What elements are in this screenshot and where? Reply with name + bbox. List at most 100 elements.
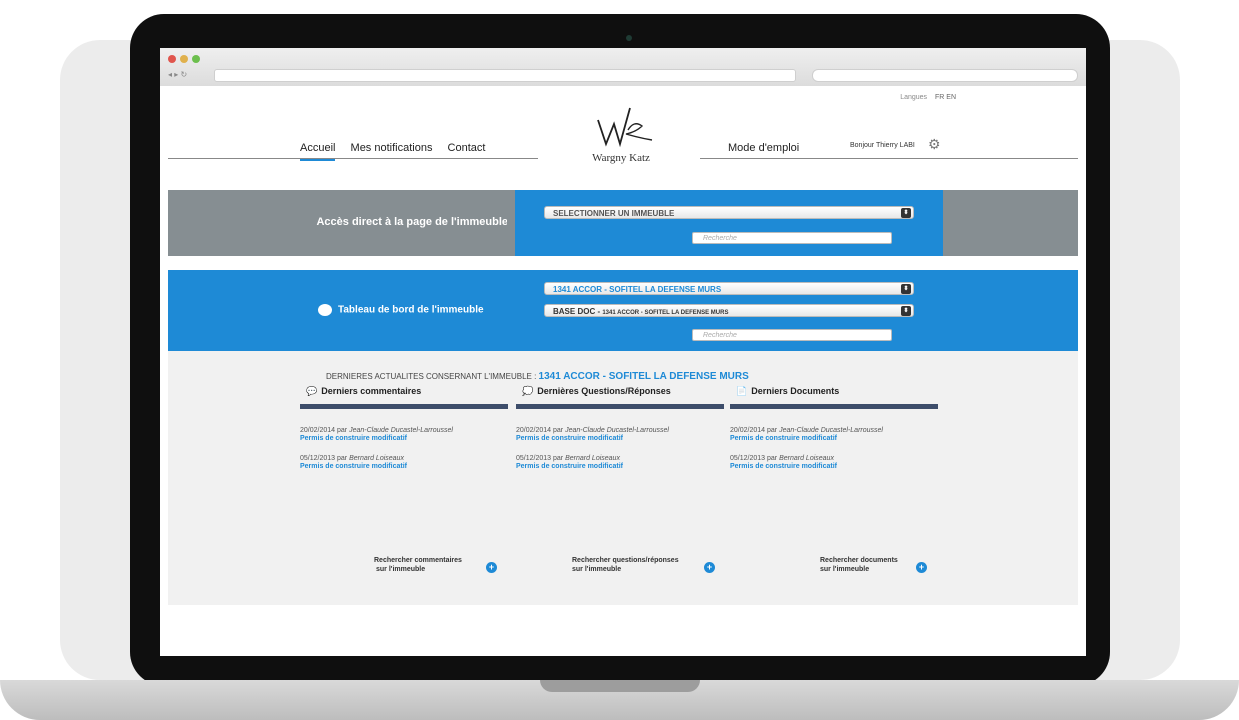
address-bar[interactable] [214, 69, 796, 82]
comment-icon: 💬 [306, 386, 318, 396]
list-item: 20/02/2014 par Jean-Claude Ducastel-Larr… [730, 427, 938, 443]
column-title-text: Derniers Documents [751, 386, 840, 396]
news-building[interactable]: 1341 ACCOR - SOFITEL LA DEFENSE MURS [539, 371, 749, 382]
main-nav: Accueil Mes notifications Contact [300, 142, 497, 161]
column-title: 💭 Dernières Questions/Réponses [516, 386, 724, 400]
dashboard-search-input[interactable]: Recherche [692, 329, 892, 341]
item-link[interactable]: Permis de construire modificatif [516, 435, 623, 442]
back-forward-icon[interactable]: ◂ ▸ ↻ [168, 70, 187, 79]
more-line-2: sur l'immeuble [376, 566, 426, 573]
documents-column: 📄 Derniers Documents 20/02/2014 par Jean-… [730, 386, 938, 471]
palette-icon [318, 304, 332, 316]
list-item: 20/02/2014 par Jean-Claude Ducastel-Larr… [516, 427, 724, 443]
item-date: 20/02/2014 [730, 427, 766, 434]
logo[interactable]: Wargny Katz [566, 100, 676, 170]
more-line-2: sur l'immeuble [572, 566, 622, 573]
news-heading: DERNIERES ACTUALITES CONSERNANT L'IMMEUB… [326, 371, 749, 382]
close-window-icon[interactable] [168, 55, 176, 63]
plus-icon[interactable]: + [486, 562, 497, 573]
access-panel [515, 190, 943, 256]
documents-icon: 📄 [736, 386, 748, 396]
column-title: 💬 Derniers commentaires [300, 386, 508, 400]
item-date: 05/12/2013 [300, 455, 336, 462]
item-author: Bernard Loiseaux [349, 455, 404, 462]
column-bar [516, 404, 724, 409]
access-label: Accès direct à la page de l'immeuble [316, 216, 508, 228]
nav-notifications[interactable]: Mes notifications [351, 142, 433, 154]
item-link[interactable]: Permis de construire modificatif [300, 435, 407, 442]
item-author: Jean-Claude Ducastel-Larroussel [565, 427, 669, 434]
building-select-value: SELECTIONNER UN IMMEUBLE [553, 209, 675, 218]
browser-search-bar[interactable] [812, 69, 1078, 82]
search-comments-link[interactable]: Rechercher commentaires sur l'immeuble + [374, 556, 504, 574]
gear-icon[interactable]: ⚙ [928, 136, 941, 153]
language-selector[interactable]: Langues FR EN [900, 94, 956, 101]
page: Langues FR EN Accueil Mes notifications … [160, 86, 1086, 656]
plus-icon[interactable]: + [916, 562, 927, 573]
access-search-input[interactable]: Recherche [692, 232, 892, 244]
item-link[interactable]: Permis de construire modificatif [730, 435, 837, 442]
item-date: 05/12/2013 [730, 455, 766, 462]
item-by: par [337, 427, 348, 434]
search-questions-link[interactable]: Rechercher questions/réponses sur l'imme… [572, 556, 732, 574]
wk-logo-icon [597, 107, 653, 148]
item-author: Jean-Claude Ducastel-Larroussel [349, 427, 453, 434]
base-doc-prefix: BASE DOC - [553, 307, 603, 316]
more-line-2: sur l'immeuble [820, 566, 870, 573]
select-arrow-icon: ⬍ [901, 306, 911, 316]
screen: ◂ ▸ ↻ Langues FR EN Accueil Mes notifica… [160, 48, 1086, 656]
item-link[interactable]: Permis de construire modificatif [730, 463, 837, 470]
item-by: par [337, 455, 348, 462]
browser-chrome: ◂ ▸ ↻ [160, 48, 1086, 87]
questions-icon: 💭 [522, 386, 534, 396]
item-by: par [553, 427, 564, 434]
list-item: 05/12/2013 par Bernard Loiseaux Permis d… [516, 455, 724, 471]
dashboard-label-text: Tableau de bord de l'immeuble [338, 304, 484, 316]
language-codes[interactable]: FR EN [935, 94, 956, 101]
item-date: 20/02/2014 [516, 427, 552, 434]
camera-icon [626, 35, 632, 41]
column-bar [300, 404, 508, 409]
access-arrow [507, 214, 515, 230]
nav-contact[interactable]: Contact [448, 142, 486, 154]
select-arrow-icon: ⬍ [901, 208, 911, 218]
item-author: Jean-Claude Ducastel-Larroussel [779, 427, 883, 434]
item-author: Bernard Loiseaux [779, 455, 834, 462]
news-prefix: DERNIERES ACTUALITES CONSERNANT L'IMMEUB… [326, 372, 539, 381]
item-date: 05/12/2013 [516, 455, 552, 462]
item-date: 20/02/2014 [300, 427, 336, 434]
laptop-notch [540, 680, 700, 692]
questions-column: 💭 Dernières Questions/Réponses 20/02/2014… [516, 386, 724, 471]
more-line-1: Rechercher documents [820, 557, 898, 564]
comments-column: 💬 Derniers commentaires 20/02/2014 par Je… [300, 386, 508, 471]
column-title: 📄 Derniers Documents [730, 386, 938, 400]
column-title-text: Derniers commentaires [321, 386, 422, 396]
item-author: Bernard Loiseaux [565, 455, 620, 462]
languages-label: Langues [900, 94, 928, 101]
search-documents-link[interactable]: Rechercher documents sur l'immeuble + [820, 556, 950, 574]
base-doc-select[interactable]: BASE DOC - 1341 ACCOR - SOFITEL LA DEFEN… [544, 304, 914, 317]
mode-emploi-link[interactable]: Mode d'emploi [728, 142, 799, 154]
more-line-1: Rechercher commentaires [374, 557, 462, 564]
list-item: 05/12/2013 par Bernard Loiseaux Permis d… [300, 455, 508, 471]
header-divider-right [700, 158, 1078, 159]
list-item: 20/02/2014 par Jean-Claude Ducastel-Larr… [300, 427, 508, 443]
base-doc-building: 1341 ACCOR - SOFITEL LA DEFENSE MURS [602, 310, 729, 316]
item-by: par [553, 455, 564, 462]
item-by: par [767, 427, 778, 434]
item-link[interactable]: Permis de construire modificatif [516, 463, 623, 470]
more-line-1: Rechercher questions/réponses [572, 557, 679, 564]
dashboard-building-select[interactable]: 1341 ACCOR - SOFITEL LA DEFENSE MURS ⬍ [544, 282, 914, 295]
user-greeting: Bonjour Thierry LABI [850, 142, 915, 149]
building-select[interactable]: SELECTIONNER UN IMMEUBLE ⬍ [544, 206, 914, 219]
minimize-window-icon[interactable] [180, 55, 188, 63]
plus-icon[interactable]: + [704, 562, 715, 573]
item-link[interactable]: Permis de construire modificatif [300, 463, 407, 470]
dashboard-label: Tableau de bord de l'immeuble [318, 304, 484, 316]
maximize-window-icon[interactable] [192, 55, 200, 63]
logo-text: Wargny Katz [592, 152, 650, 164]
list-item: 05/12/2013 par Bernard Loiseaux Permis d… [730, 455, 938, 471]
select-arrow-icon: ⬍ [901, 284, 911, 294]
item-by: par [767, 455, 778, 462]
dashboard-building-value: 1341 ACCOR - SOFITEL LA DEFENSE MURS [553, 285, 722, 294]
